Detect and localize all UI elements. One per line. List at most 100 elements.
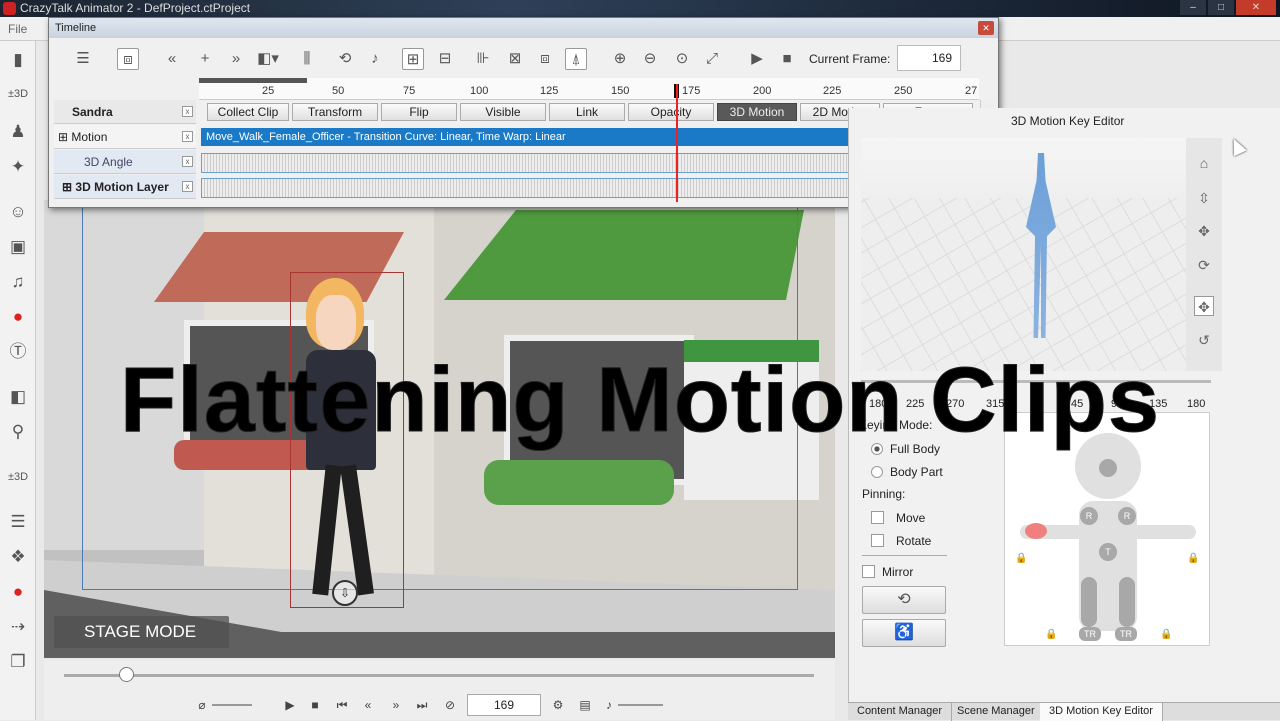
- lock-icon[interactable]: 🔒: [1160, 629, 1172, 640]
- track-button-transform[interactable]: Transform: [292, 103, 378, 121]
- fit-icon[interactable]: ⊟: [434, 48, 456, 70]
- pan-icon[interactable]: ✥: [1194, 221, 1214, 241]
- new-file-icon[interactable]: ▮: [7, 49, 29, 71]
- speed-slider[interactable]: [212, 704, 252, 706]
- stage-canvas[interactable]: ⇩ STAGE MODE: [44, 200, 835, 658]
- close-app-button[interactable]: ✕: [1236, 0, 1276, 15]
- torso-node[interactable]: T: [1099, 543, 1117, 561]
- lock-icon[interactable]: 🔒: [1187, 553, 1199, 564]
- transition-curve-icon[interactable]: ⍋: [565, 48, 587, 70]
- volume-mute-icon[interactable]: ⌀: [194, 698, 210, 712]
- motion-clip[interactable]: Move_Walk_Female_Officer - Transition Cu…: [201, 128, 866, 146]
- timeline-close-button[interactable]: ✕: [978, 21, 994, 35]
- next-frame-icon[interactable]: »: [388, 698, 404, 712]
- tab-content-manager[interactable]: Content Manager: [848, 703, 952, 721]
- list-icon[interactable]: ☰: [72, 48, 94, 70]
- actor-name[interactable]: Sandra: [54, 100, 196, 124]
- 3d-toggle-icon[interactable]: ±3D: [7, 83, 29, 105]
- audio-record-icon[interactable]: ●: [7, 306, 29, 328]
- selected-hand-node[interactable]: [1025, 523, 1047, 539]
- script-icon[interactable]: ☰: [7, 511, 29, 533]
- head-node[interactable]: [1099, 459, 1117, 477]
- move-vertical-icon[interactable]: ⇳: [1194, 188, 1214, 208]
- minimize-button[interactable]: –: [1180, 0, 1206, 15]
- home-icon[interactable]: ⌂: [1194, 153, 1214, 173]
- play-icon[interactable]: ▶: [746, 48, 768, 70]
- last-frame-icon[interactable]: ⏭: [414, 698, 430, 713]
- tab-3d-motion-key-editor[interactable]: 3D Motion Key Editor: [1040, 703, 1163, 721]
- close-track-icon[interactable]: x: [182, 106, 193, 117]
- close-track-icon[interactable]: x: [182, 181, 193, 192]
- shoulder-node-left[interactable]: R: [1080, 507, 1098, 525]
- maximize-button[interactable]: □: [1208, 0, 1234, 15]
- foot-node-right[interactable]: TR: [1115, 627, 1137, 641]
- timeline-scrubber[interactable]: [64, 674, 814, 677]
- layers-icon[interactable]: ❐: [7, 651, 29, 673]
- lock-icon[interactable]: 🔒: [1045, 629, 1057, 640]
- zoom-in-icon[interactable]: ⊕: [609, 48, 631, 70]
- transform-icon[interactable]: ⇢: [7, 616, 29, 638]
- move-checkbox[interactable]: Move: [871, 511, 925, 525]
- text-icon[interactable]: Ⓣ: [7, 341, 29, 363]
- flatten-icon[interactable]: ⧈: [534, 48, 556, 70]
- body-part-radio[interactable]: Body Part: [871, 465, 943, 479]
- expand-icon[interactable]: ⊞: [62, 180, 75, 194]
- motion-track-label[interactable]: ⊞ Motion: [54, 125, 196, 149]
- checkbox-icon[interactable]: [871, 511, 884, 524]
- actor-icon[interactable]: ♟: [7, 121, 29, 143]
- full-body-radio[interactable]: Full Body: [871, 442, 940, 456]
- tab-scene-manager[interactable]: Scene Manager: [948, 703, 1045, 721]
- expand-icon[interactable]: ⊞: [58, 130, 71, 144]
- volume-slider[interactable]: [618, 704, 663, 706]
- stop-icon[interactable]: ■: [307, 698, 323, 712]
- add-frame-icon[interactable]: ⊪: [472, 48, 494, 70]
- checkbox-icon[interactable]: [871, 534, 884, 547]
- add-key-icon[interactable]: +: [194, 48, 216, 70]
- reset-icon[interactable]: ↺: [1194, 330, 1214, 350]
- radio-icon[interactable]: [871, 466, 883, 478]
- layout-icon[interactable]: ◧: [7, 386, 29, 408]
- 3d-preview-viewport[interactable]: ⌂ ⇳ ✥ ⟳ ✥ ↺: [861, 138, 1222, 371]
- track-button-link[interactable]: Link: [549, 103, 625, 121]
- leg-left[interactable]: [1081, 577, 1097, 627]
- audio-icon[interactable]: ♪: [364, 48, 386, 70]
- 3d-motion-layer-label[interactable]: ⊞ 3D Motion Layer: [54, 175, 196, 199]
- playhead[interactable]: [676, 84, 678, 202]
- rotate-checkbox[interactable]: Rotate: [871, 534, 931, 548]
- split-icon[interactable]: ⫼: [296, 48, 318, 70]
- track-button-collect-clip[interactable]: Collect Clip: [207, 103, 289, 121]
- render-icon[interactable]: ▤: [577, 698, 593, 712]
- zoom-fit-icon[interactable]: ⊙: [671, 48, 693, 70]
- range-bar[interactable]: [199, 78, 307, 83]
- music-icon[interactable]: ♫: [7, 271, 29, 293]
- frame-input[interactable]: 169: [467, 694, 541, 716]
- first-frame-icon[interactable]: ⏮: [334, 698, 350, 713]
- image-icon[interactable]: ▣: [7, 236, 29, 258]
- close-track-icon[interactable]: x: [182, 156, 193, 167]
- track-button-flip[interactable]: Flip: [381, 103, 457, 121]
- loop-icon[interactable]: ⊘: [442, 698, 458, 712]
- scrubber-knob[interactable]: [119, 667, 134, 682]
- previous-frame-icon[interactable]: «: [360, 698, 376, 712]
- delete-frame-icon[interactable]: ⊠: [504, 48, 526, 70]
- stop-icon[interactable]: ■: [776, 48, 798, 70]
- settings-icon[interactable]: ⚙: [550, 698, 566, 712]
- previous-key-icon[interactable]: «: [161, 48, 183, 70]
- current-frame-input[interactable]: 169: [897, 45, 961, 71]
- audio-icon[interactable]: ♪: [601, 698, 617, 712]
- next-key-icon[interactable]: »: [225, 48, 247, 70]
- track-button-3d-motion[interactable]: 3D Motion: [717, 103, 797, 121]
- pivot-handle-icon[interactable]: ⇩: [332, 580, 358, 606]
- rotation-slider[interactable]: [861, 380, 1211, 383]
- orbit-icon[interactable]: ⟳: [1194, 255, 1214, 275]
- motion-icon[interactable]: ❖: [7, 546, 29, 568]
- loop-icon[interactable]: ⟲: [334, 48, 356, 70]
- timeline-ruler[interactable]: 25 50 75 100 125 150 175 200 225 250 27: [199, 78, 979, 100]
- leg-right[interactable]: [1119, 577, 1135, 627]
- pose-icon[interactable]: ⚲: [7, 421, 29, 443]
- reset-pose-button[interactable]: ♿: [862, 619, 946, 647]
- 3d-angle-label[interactable]: 3D Angle: [54, 150, 196, 174]
- radio-selected-icon[interactable]: [871, 443, 883, 455]
- record-icon[interactable]: ●: [7, 581, 29, 603]
- lock-icon[interactable]: 🔒: [1015, 553, 1027, 564]
